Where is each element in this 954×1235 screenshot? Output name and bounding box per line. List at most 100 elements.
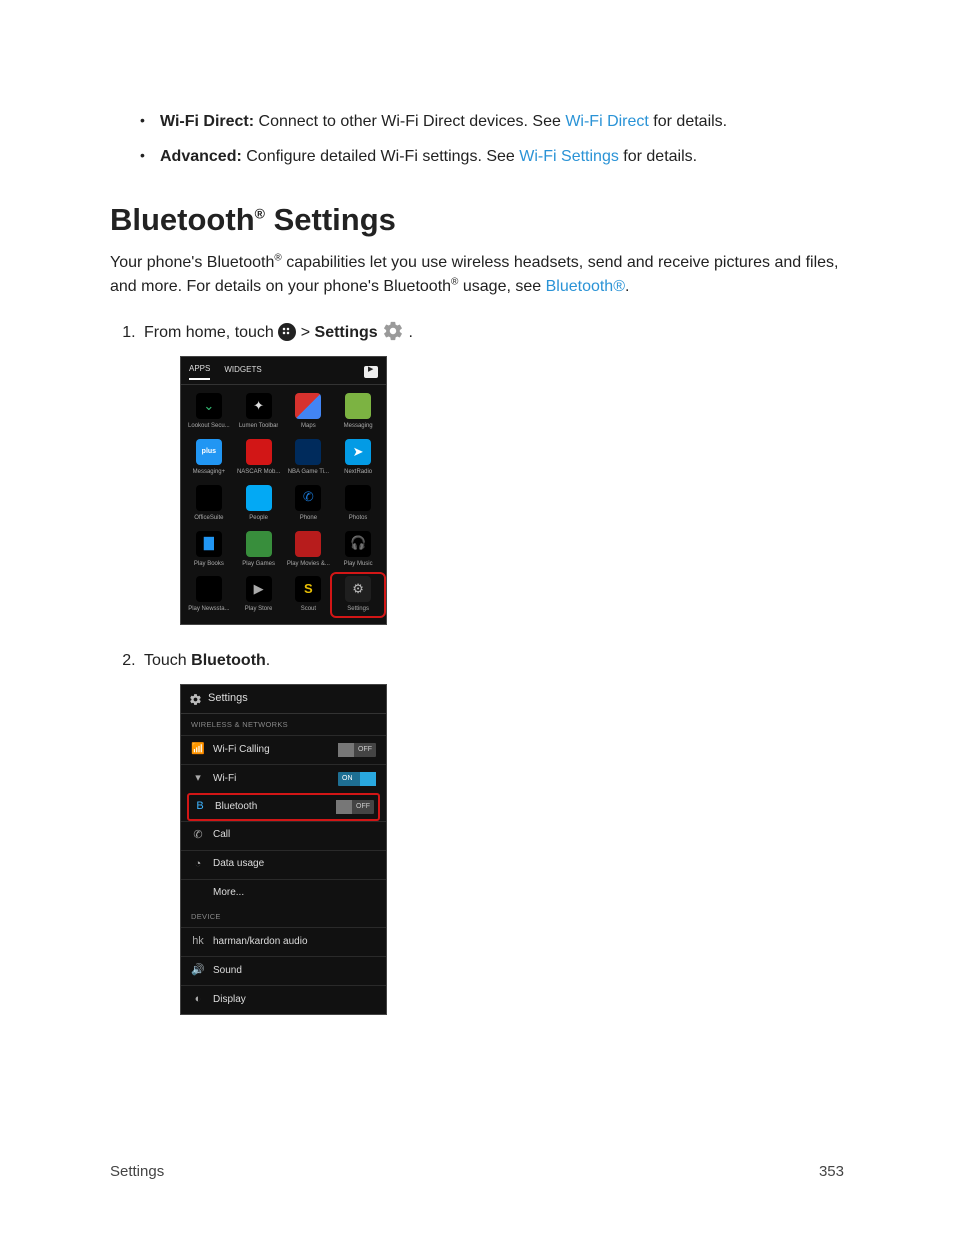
app-playmovies: Play Movies &... [285, 531, 333, 569]
row-label: Wi-Fi Calling [213, 743, 270, 758]
tab-apps: APPS [189, 363, 210, 381]
people-icon [246, 485, 272, 511]
app-maps: Maps [285, 393, 333, 431]
row-label: Call [213, 828, 230, 843]
bullet-item-advanced: Advanced: Configure detailed Wi-Fi setti… [140, 145, 844, 168]
app-phone: ✆ Phone [285, 485, 333, 523]
app-label: Play Books [194, 560, 224, 569]
step-2: Touch Bluetooth. Settings WIRELESS & NET… [140, 649, 844, 1015]
row-label: harman/kardon audio [213, 935, 308, 950]
lookout-icon: ⌄ [196, 393, 222, 419]
settings-titlebar: Settings [181, 685, 386, 714]
app-label: Play Games [242, 560, 275, 569]
app-settings-app: ⚙ Settings [330, 572, 386, 618]
link-wifi-settings[interactable]: Wi-Fi Settings [519, 148, 619, 165]
row-label: More... [213, 886, 244, 901]
row-label: Wi-Fi [213, 772, 236, 787]
apps-drawer-icon [278, 323, 296, 341]
row-icon: ✆ [191, 828, 205, 844]
nextradio-icon: ➤ [345, 439, 371, 465]
app-label: Messaging [344, 422, 373, 431]
row-icon: ◐ [191, 992, 205, 1008]
app-lumen: ✦ Lumen Toolbar [235, 393, 283, 431]
app-label: NextRadio [344, 468, 372, 477]
bullet-strong: Advanced: [160, 148, 242, 165]
step-1: From home, touch > Settings . APPS WIDGE… [140, 320, 844, 625]
playstore-icon: ▶ [246, 576, 272, 602]
footer-section-title: Settings [110, 1161, 164, 1183]
settings-row-wi-fi-calling: 📶Wi-Fi CallingOFF [181, 735, 386, 764]
toggle-wi-fi-calling: OFF [338, 743, 376, 757]
app-label: Settings [347, 605, 369, 614]
maps-icon [295, 393, 321, 419]
app-office: OfficeSuite [185, 485, 233, 523]
app-label: OfficeSuite [194, 514, 223, 523]
app-label: Maps [301, 422, 316, 431]
settings-row-bluetooth: B Bluetooth OFF [187, 793, 380, 821]
app-playgames: Play Games [235, 531, 283, 569]
app-msg: Messaging [334, 393, 382, 431]
intro-paragraph: Your phone's Bluetooth® capabilities let… [110, 251, 844, 297]
playmovies-icon [295, 531, 321, 557]
settings-row-more-: More... [181, 879, 386, 907]
app-nascar: NASCAR Mob... [235, 439, 283, 477]
play-store-shortcut-icon [364, 366, 378, 378]
settings-row-display: ◐Display [181, 985, 386, 1014]
settings-row-sound: 🔊Sound [181, 956, 386, 985]
row-label: Bluetooth [215, 800, 257, 815]
screenshot-app-drawer: APPS WIDGETS ⌄ Lookout Secu... ✦ Lumen Tool… [180, 356, 387, 625]
row-icon: ▾ [191, 771, 205, 787]
settings-title-text: Settings [208, 691, 248, 707]
app-people: People [235, 485, 283, 523]
settings-app-icon: ⚙ [345, 576, 371, 602]
row-icon: B [193, 799, 207, 815]
app-nba: NBA Game Ti... [285, 439, 333, 477]
drawer-tabs: APPS WIDGETS [181, 357, 386, 386]
nascar-icon [246, 439, 272, 465]
app-label: Play Store [245, 605, 273, 614]
heading-bluetooth-settings: Bluetooth® Settings [110, 198, 844, 243]
link-bluetooth[interactable]: Bluetooth® [546, 278, 625, 295]
app-photos: Photos [334, 485, 382, 523]
page-footer: Settings 353 [110, 1161, 844, 1183]
msgplus-icon: plus [196, 439, 222, 465]
photos-icon [345, 485, 371, 511]
app-playnews: Play Newssta... [185, 576, 233, 614]
app-nextradio: ➤ NextRadio [334, 439, 382, 477]
row-label: Data usage [213, 857, 264, 872]
settings-row-wi-fi: ▾ Wi-Fi ON [181, 764, 386, 793]
app-label: Play Movies &... [287, 560, 330, 569]
app-label: Scout [301, 605, 316, 614]
scout-icon: S [295, 576, 321, 602]
toggle-bluetooth: OFF [336, 800, 374, 814]
toggle-wi-fi: ON [338, 772, 376, 786]
bullet-strong: Wi-Fi Direct: [160, 113, 254, 130]
office-icon [196, 485, 222, 511]
tab-widgets: WIDGETS [224, 364, 261, 380]
nba-icon [295, 439, 321, 465]
group-header-device: DEVICE [181, 906, 386, 927]
app-playmusic: 🎧Play Music [334, 531, 382, 569]
playmusic-icon: 🎧 [345, 531, 371, 557]
app-label: NASCAR Mob... [237, 468, 280, 477]
playgames-icon [246, 531, 272, 557]
app-label: NBA Game Ti... [288, 468, 329, 477]
link-wifi-direct[interactable]: Wi-Fi Direct [565, 113, 649, 130]
phone-icon: ✆ [295, 485, 321, 511]
settings-gear-icon [382, 320, 404, 342]
app-label: Lookout Secu... [188, 422, 230, 431]
lumen-icon: ✦ [246, 393, 272, 419]
footer-page-number: 353 [819, 1161, 844, 1183]
app-label: People [249, 514, 268, 523]
screenshot-settings: Settings WIRELESS & NETWORKS 📶Wi-Fi Call… [180, 684, 387, 1015]
app-playstore: ▶ Play Store [235, 576, 283, 614]
app-label: Lumen Toolbar [239, 422, 279, 431]
app-playbooks: ▇Play Books [185, 531, 233, 569]
settings-title-gear-icon [189, 693, 202, 706]
row-icon: ◔ [191, 857, 205, 873]
app-lookout: ⌄ Lookout Secu... [185, 393, 233, 431]
app-msgplus: plusMessaging+ [185, 439, 233, 477]
app-scout: S Scout [285, 576, 333, 614]
app-label: Phone [300, 514, 317, 523]
app-label: Play Newssta... [188, 605, 229, 614]
